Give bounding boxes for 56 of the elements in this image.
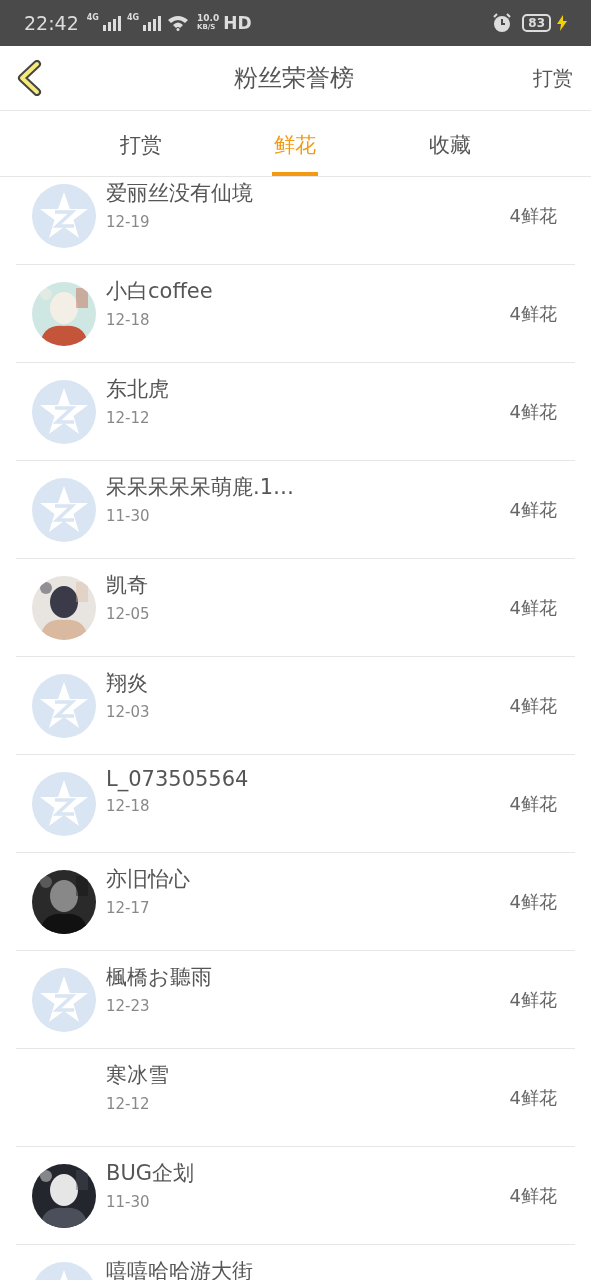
date-label: 12-05 — [106, 605, 151, 623]
date-label: 12-19 — [106, 213, 151, 231]
default-avatar-icon — [32, 478, 96, 542]
date-label: 12-12 — [106, 409, 151, 427]
date-label: 12-03 — [106, 703, 151, 721]
user-name: BUG企划 — [106, 1160, 196, 1187]
signal-icon — [143, 15, 164, 31]
gift-count: 4鲜花 — [509, 203, 557, 228]
user-name: 凯奇 — [106, 572, 149, 599]
date-label: 12-18 — [106, 797, 151, 815]
gift-count: 4鲜花 — [509, 497, 557, 522]
reward-link[interactable]: 打赏 — [533, 64, 573, 92]
charging-icon — [557, 15, 567, 31]
user-name: 亦旧怡心 — [106, 866, 191, 893]
wifi-icon — [167, 15, 190, 31]
default-avatar-icon — [32, 184, 96, 248]
user-name: 小白coffee — [106, 278, 214, 305]
gift-count: 4鲜花 — [509, 595, 557, 620]
user-name: 爱丽丝没有仙境 — [106, 180, 254, 207]
gift-count: 4鲜花 — [509, 889, 557, 914]
gift-count: 4鲜花 — [509, 987, 557, 1012]
user-name: 楓橋お聽雨 — [106, 964, 213, 991]
signal-icon — [102, 15, 123, 31]
tab[interactable]: 打赏 — [118, 111, 165, 176]
speed-value: 10.0 — [197, 14, 220, 23]
battery-level: 83 — [522, 14, 551, 32]
clock-time: 22:42 — [24, 12, 79, 34]
gift-count: 4鲜花 — [509, 693, 557, 718]
page-title: 粉丝荣誉榜 — [232, 63, 355, 94]
date-label: 12-23 — [106, 997, 151, 1015]
alarm-icon — [492, 13, 513, 33]
user-name: 东北虎 — [106, 376, 170, 403]
gift-count: 4鲜花 — [509, 1085, 557, 1110]
gift-count: 4鲜花 — [509, 399, 557, 424]
default-avatar-icon — [32, 380, 96, 444]
default-avatar-icon — [32, 968, 96, 1032]
user-name: 嘻嘻哈哈游大街 — [106, 1258, 254, 1280]
user-name: 翔炎 — [106, 670, 149, 697]
tab[interactable]: 收藏 — [426, 111, 473, 176]
gift-count: 4鲜花 — [509, 1183, 557, 1208]
date-label: 12-18 — [106, 311, 151, 329]
default-avatar-icon — [32, 772, 96, 836]
user-name: 寒冰雪 — [106, 1062, 170, 1089]
network-label: 4G — [126, 13, 140, 22]
hd-label: HD — [223, 13, 252, 33]
user-name: L_073505564 — [106, 767, 250, 791]
date-label: 12-17 — [106, 899, 151, 917]
network-label: 4G — [86, 13, 99, 22]
date-label: 11-30 — [106, 507, 151, 525]
back-icon[interactable] — [16, 60, 42, 96]
gift-count: 4鲜花 — [509, 791, 557, 816]
date-label: 12-12 — [106, 1095, 151, 1113]
user-name: 呆呆呆呆呆萌鹿.1… — [106, 474, 296, 501]
date-label: 11-30 — [106, 1193, 151, 1211]
default-avatar-icon — [32, 674, 96, 738]
gift-count: 4鲜花 — [509, 301, 557, 326]
